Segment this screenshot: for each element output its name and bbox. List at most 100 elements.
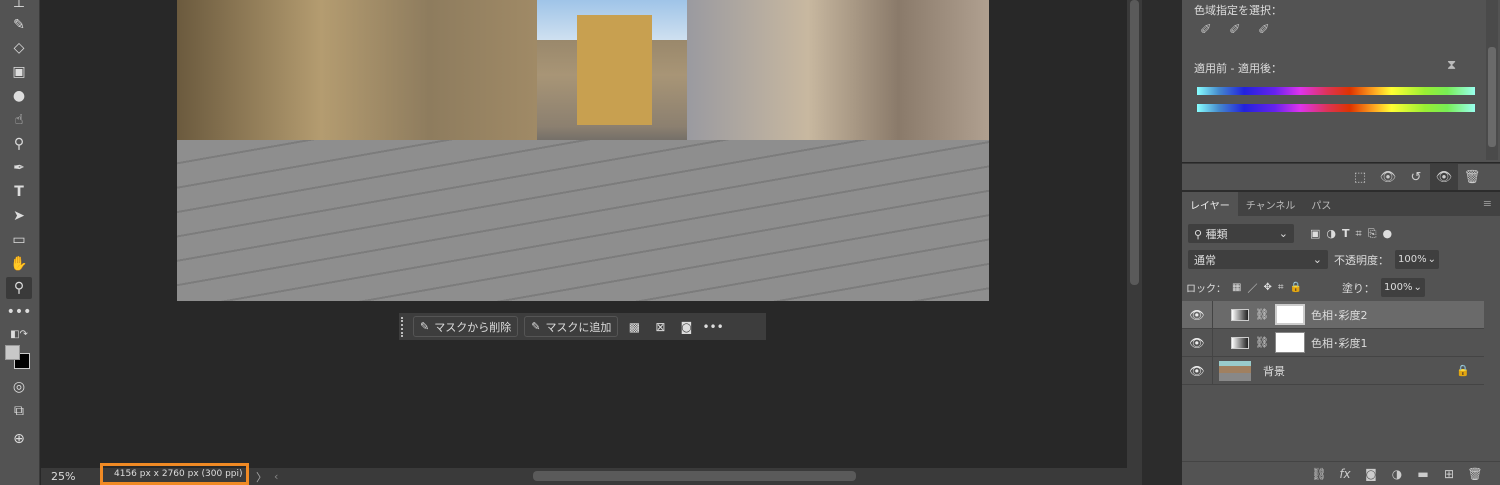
layer-name[interactable]: 色相･彩度2 — [1311, 307, 1368, 323]
opacity-input[interactable]: 100% ⌄ — [1395, 250, 1439, 269]
trash-icon[interactable]: 🗑 — [1458, 164, 1486, 190]
add-to-mask-label: マスクに追加 — [545, 320, 612, 334]
eye-icon[interactable]: 👁 — [1182, 336, 1212, 350]
eye-icon[interactable]: 👁 — [1182, 364, 1212, 378]
opacity-label: 不透明度： — [1334, 253, 1389, 267]
rectangle-tool[interactable]: ▭ — [6, 229, 32, 251]
search-icon: ⚲ — [1194, 227, 1203, 241]
mask-settings-icon[interactable]: ▩ — [624, 320, 644, 334]
blend-mode-select[interactable]: 通常 ⌄ — [1188, 250, 1328, 269]
add-mask-icon[interactable]: ◙ — [1358, 467, 1384, 481]
canvas-area[interactable] — [41, 0, 1127, 468]
visibility-icon[interactable]: 👁 — [1430, 164, 1458, 190]
opacity-value: 100% — [1398, 254, 1427, 265]
more-tools[interactable]: ••• — [6, 301, 32, 323]
layer-name[interactable]: 色相･彩度1 — [1311, 335, 1368, 351]
hue-saturation-icon — [1231, 308, 1249, 321]
link-icon[interactable]: ⛓ — [1255, 308, 1269, 321]
lock-all-icon[interactable]: 🔒 — [1289, 282, 1301, 293]
lock-paint-icon[interactable]: ／ — [1247, 280, 1257, 295]
layer-name[interactable]: 背景 — [1263, 363, 1285, 379]
content-icon[interactable]: ⊕ — [6, 428, 32, 450]
filter-pixel-icon[interactable]: ▣ — [1310, 227, 1320, 240]
adjustment-layer-icon[interactable]: ◑ — [1384, 467, 1410, 481]
before-color-bar — [1197, 87, 1475, 95]
path-select-tool[interactable]: ➤ — [6, 205, 32, 227]
gradient-tool[interactable]: ▣ — [6, 61, 32, 83]
lock-transparent-icon[interactable]: ▦ — [1232, 282, 1241, 293]
trash-icon[interactable]: 🗑 — [1462, 467, 1488, 481]
filter-smart-object-icon[interactable]: ⎘ — [1368, 227, 1377, 241]
swap-colors-icon[interactable]: ◧↷ — [6, 323, 32, 345]
view-previous-icon[interactable]: 👁 — [1374, 164, 1402, 190]
more-options-button[interactable]: ••• — [702, 320, 723, 334]
zoom-tool[interactable]: ⚲ — [6, 277, 32, 299]
tab-channels[interactable]: チャンネル — [1238, 192, 1304, 216]
properties-scrollbar[interactable] — [1486, 0, 1498, 160]
panel-menu-icon[interactable]: ≡ — [1475, 192, 1500, 216]
tools-panel: ⊥ ✎ ◇ ▣ ● ☝ ⚲ ✒ T ➤ ▭ ✋ ⚲ ••• ◧↷ ◎ ⧉ ⊕ — [0, 0, 40, 485]
filter-shape-icon[interactable]: ⌗ — [1356, 227, 1362, 241]
hand-tool[interactable]: ✋ — [6, 253, 32, 275]
vertical-scrollbar[interactable] — [1127, 0, 1142, 468]
fill-input[interactable]: 100% ⌄ — [1380, 278, 1425, 297]
scroll-left-arrow[interactable]: ‹ — [274, 470, 278, 483]
lock-icon: 🔒 — [1456, 364, 1470, 377]
filter-toggle[interactable]: ● — [1383, 227, 1393, 240]
tab-layers[interactable]: レイヤー — [1182, 192, 1238, 216]
zoom-level[interactable]: 25% — [41, 470, 97, 483]
blur-tool[interactable]: ● — [6, 85, 32, 107]
add-to-mask-button[interactable]: ✎ マスクに追加 — [524, 316, 619, 337]
filter-type-icon[interactable]: T — [1342, 227, 1350, 240]
layer-mask-thumbnail[interactable] — [1274, 304, 1305, 325]
properties-actions: ⬚ 👁 ↺ 👁 🗑 — [1182, 163, 1500, 190]
fill-label: 塗り： — [1341, 281, 1375, 295]
mask-view-icon[interactable]: ◙ — [676, 320, 696, 334]
dodge-tool[interactable]: ⚲ — [6, 133, 32, 155]
disable-mask-icon[interactable]: ⊠ — [650, 320, 670, 334]
reset-icon[interactable]: ↺ — [1402, 164, 1430, 190]
stamp-tool[interactable]: ⊥ — [6, 0, 32, 14]
remove-from-mask-button[interactable]: ✎ マスクから削除 — [413, 316, 519, 337]
link-layers-icon[interactable]: ⛓ — [1306, 467, 1332, 481]
filter-kind-select[interactable]: ⚲ 種類 ⌄ — [1188, 224, 1294, 243]
type-tool[interactable]: T — [6, 181, 32, 203]
panel-divider — [1142, 0, 1182, 485]
lock-artboard-icon[interactable]: ⌗ — [1278, 282, 1284, 293]
screen-mode-icon[interactable]: ⧉ — [6, 400, 32, 422]
horizontal-scrollbar[interactable] — [533, 471, 856, 481]
document-image[interactable] — [177, 0, 989, 301]
eyedropper-plus-icon[interactable]: ✐ — [1229, 22, 1241, 38]
layer-row[interactable]: 👁 背景 🔒 — [1182, 357, 1484, 385]
pen-tool[interactable]: ✒ — [6, 157, 32, 179]
eyedropper-minus-icon[interactable]: ✐ — [1258, 22, 1270, 38]
eyedropper-icon[interactable]: ✐ — [1200, 22, 1212, 38]
status-menu-arrow[interactable]: 〉 — [256, 469, 267, 485]
tab-paths[interactable]: パス — [1303, 192, 1339, 216]
layer-mask-thumbnail[interactable] — [1274, 332, 1305, 353]
clip-to-layer-icon[interactable]: ⬚ — [1346, 164, 1374, 190]
layer-thumbnail — [1219, 360, 1251, 381]
eye-icon[interactable]: 👁 — [1182, 308, 1212, 322]
layers-actions: ⛓ fx ◙ ◑ ▬ ⊞ 🗑 — [1182, 461, 1500, 485]
filter-adjustment-icon[interactable]: ◑ — [1326, 227, 1336, 240]
smudge-tool[interactable]: ☝ — [6, 109, 32, 131]
foreground-color[interactable] — [5, 345, 20, 360]
new-layer-icon[interactable]: ⊞ — [1436, 467, 1462, 481]
drag-handle[interactable] — [401, 316, 407, 337]
document-info[interactable]: 4156 px x 2760 px (300 ppi) — [100, 463, 249, 485]
lock-position-icon[interactable]: ✥ — [1263, 282, 1271, 293]
before-after-label: 適用前 - 適用後： — [1194, 62, 1282, 75]
healing-brush-tool[interactable]: ✎ — [6, 14, 32, 36]
colorize-icon[interactable]: ⧗ — [1447, 58, 1456, 73]
fill-value: 100% — [1383, 282, 1413, 293]
brush-plus-icon: ✎ — [531, 320, 541, 333]
layer-row[interactable]: 👁 ⛓ 色相･彩度1 — [1182, 329, 1484, 357]
brush-minus-icon: ✎ — [420, 320, 430, 333]
folder-icon[interactable]: ▬ — [1410, 467, 1436, 481]
link-icon[interactable]: ⛓ — [1255, 336, 1269, 349]
quick-mask-icon[interactable]: ◎ — [6, 376, 32, 398]
eraser-tool[interactable]: ◇ — [6, 37, 32, 59]
fx-icon[interactable]: fx — [1332, 467, 1358, 481]
layer-row[interactable]: 👁 ⛓ 色相･彩度2 — [1182, 301, 1484, 329]
